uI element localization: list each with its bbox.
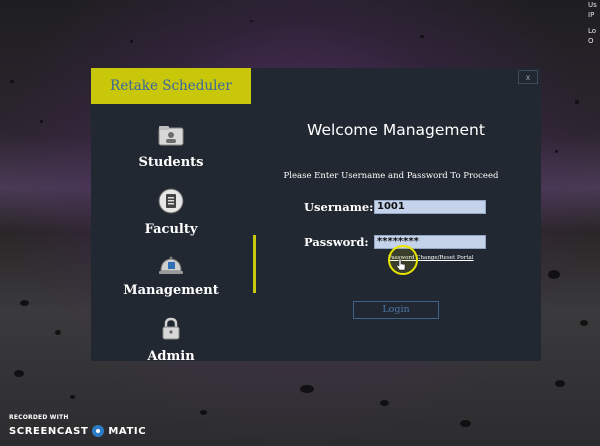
password-label: Password:	[304, 235, 369, 249]
active-indicator	[253, 235, 256, 293]
instruction-text: Please Enter Username and Password To Pr…	[283, 171, 499, 181]
sidebar-item-faculty[interactable]: Faculty	[91, 188, 251, 237]
app-title: Retake Scheduler	[110, 78, 232, 94]
record-dot-icon	[92, 425, 105, 437]
sidebar-item-label: Faculty	[144, 222, 198, 237]
lock-icon	[91, 317, 251, 345]
folder-icon	[91, 125, 251, 151]
clipboard-icon	[91, 188, 251, 218]
page-title: Welcome Management	[307, 121, 485, 139]
username-field[interactable]: 1001	[374, 200, 486, 214]
hand-cursor-icon	[396, 256, 406, 275]
sidebar-item-label: Students	[138, 155, 204, 170]
recorder-caption: RECORDED WITH	[9, 414, 69, 421]
sidebar-item-label: Management	[123, 283, 219, 298]
sidebar-item-management[interactable]: Management	[91, 255, 251, 298]
sidebar-item-students[interactable]: Students	[91, 125, 251, 170]
username-label: Username:	[304, 200, 374, 214]
password-field[interactable]: ********	[374, 235, 486, 249]
bell-icon	[91, 255, 251, 279]
sidebar-item-label: Admin	[147, 349, 195, 364]
desktop-edge-text: Us IP Lo O	[588, 1, 597, 45]
sidebar-item-admin[interactable]: Admin	[91, 317, 251, 364]
recorder-logo: SCREENCAST MATIC	[9, 425, 147, 437]
app-brand-banner: Retake Scheduler	[91, 68, 251, 104]
login-window: Retake Scheduler x Students Faculty Mana…	[91, 68, 541, 364]
window-close-button[interactable]: x	[518, 70, 538, 84]
login-button[interactable]: Login	[353, 301, 439, 319]
